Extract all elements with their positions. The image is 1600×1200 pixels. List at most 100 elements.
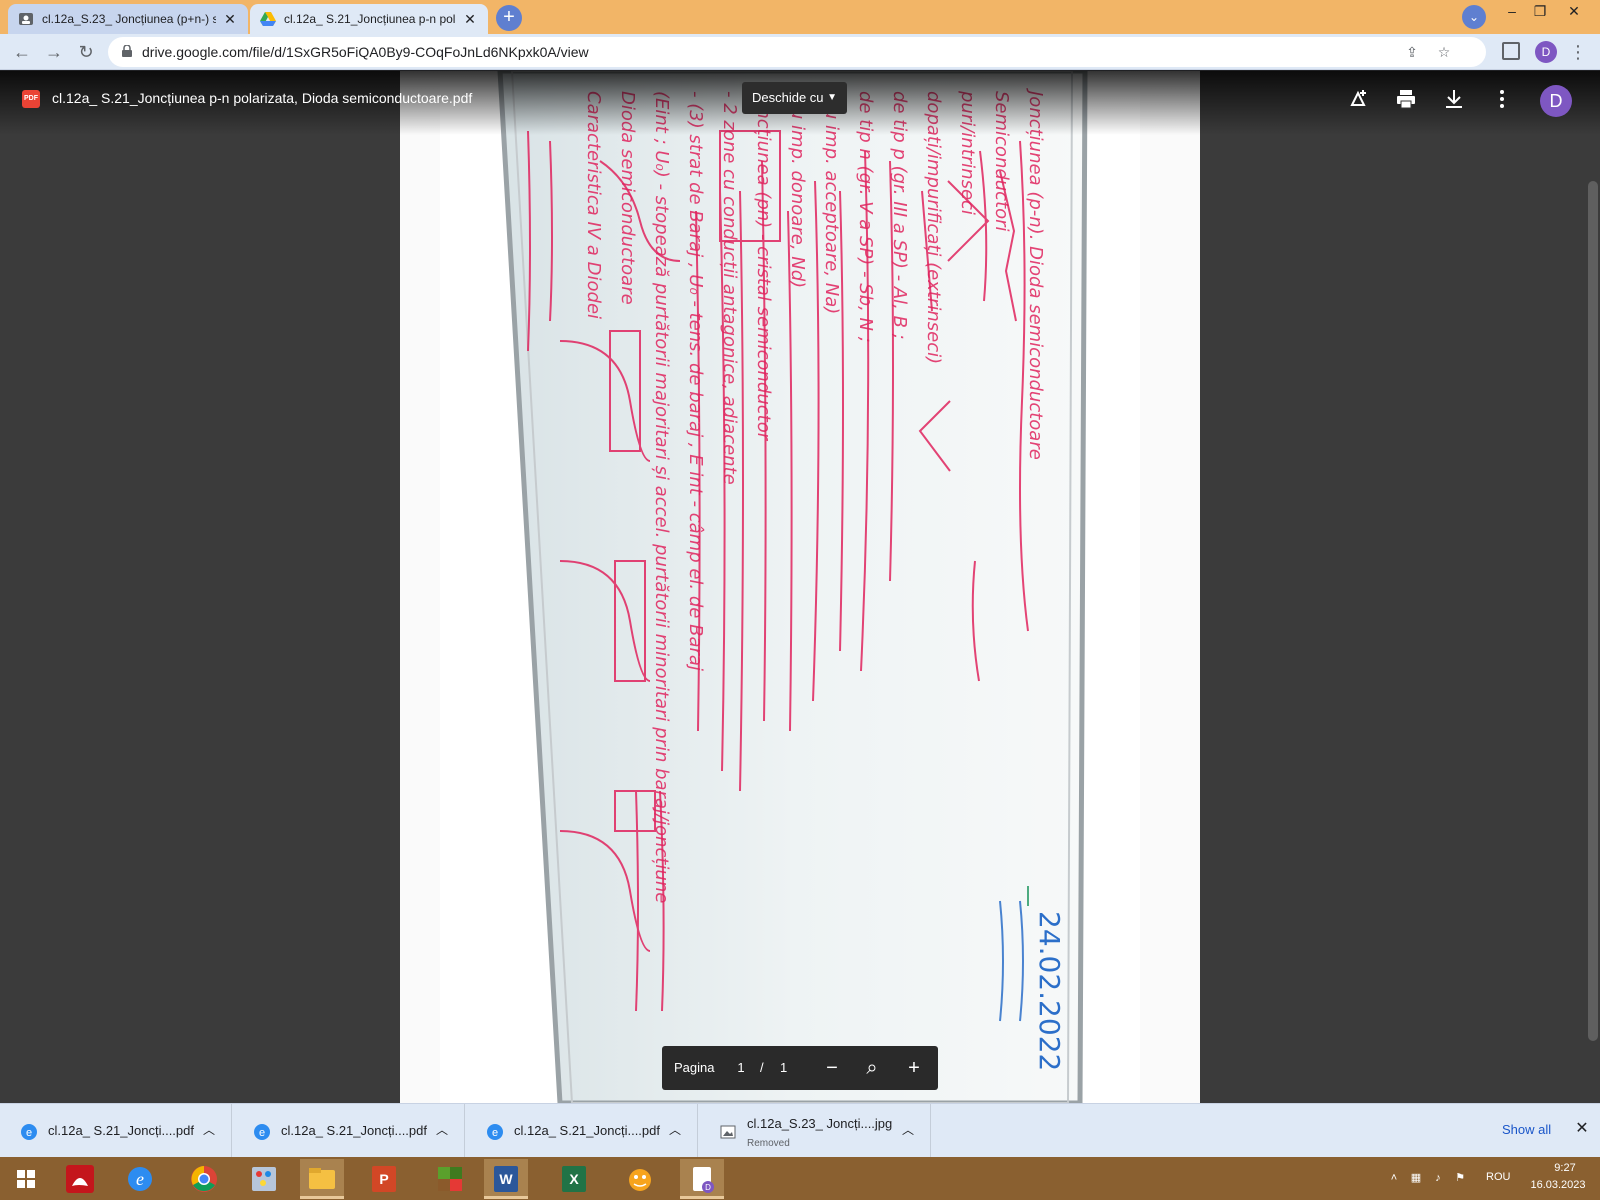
page-navigator: Pagina 1 / 1 − ⌕ + bbox=[662, 1046, 938, 1090]
volume-icon[interactable]: ♪ bbox=[1430, 1170, 1446, 1186]
powerpoint-icon[interactable]: P bbox=[362, 1159, 406, 1199]
whiteboard-text-line: (Eint ; U₀) - stopează purtătorii majori… bbox=[651, 91, 672, 903]
svg-text:P: P bbox=[379, 1171, 388, 1187]
caret-down-icon: ▼ bbox=[827, 92, 837, 103]
download-filename: cl.12a_ S.21_Joncți....pdf bbox=[514, 1123, 660, 1138]
tab-classroom[interactable]: cl.12a_S.23_ Joncțiunea (p+n-) si ✕ bbox=[8, 4, 248, 34]
url-text: drive.google.com/file/d/1SxGR5oFiQA0By9-… bbox=[142, 44, 589, 60]
zoom-out-icon[interactable]: − bbox=[820, 1056, 844, 1080]
show-all-link[interactable]: Show all bbox=[1502, 1122, 1551, 1137]
download-item[interactable]: e cl.12a_ S.21_Joncți....pdf ︿ bbox=[466, 1104, 698, 1158]
action-center-icon[interactable]: ▦ bbox=[1408, 1170, 1424, 1186]
chrome-icon[interactable] bbox=[182, 1159, 226, 1199]
clock-time[interactable]: 9:27 bbox=[1540, 1162, 1590, 1174]
paint-icon[interactable] bbox=[242, 1159, 286, 1199]
tab-title: cl.12a_S.23_ Joncțiunea (p+n-) si bbox=[42, 12, 216, 26]
file-title: cl.12a_ S.21_Joncțiunea p-n polarizata, … bbox=[52, 90, 473, 106]
internet-explorer-icon[interactable]: e bbox=[118, 1159, 162, 1199]
open-with-label: Deschide cu bbox=[752, 90, 824, 105]
chevron-up-icon[interactable]: ︿ bbox=[899, 1121, 917, 1139]
whiteboard-date: 24.02.2022 bbox=[1033, 911, 1066, 1071]
chevron-up-icon[interactable]: ︿ bbox=[666, 1121, 684, 1139]
download-item[interactable]: e cl.12a_ S.21_Joncți....pdf ︿ bbox=[233, 1104, 465, 1158]
word-icon[interactable]: W bbox=[484, 1159, 528, 1199]
download-filename: cl.12a_S.23_ Joncți....jpg bbox=[747, 1116, 893, 1131]
show-hidden-icons-icon[interactable]: ˄ bbox=[1386, 1170, 1402, 1186]
bookmark-star-icon[interactable]: ☆ bbox=[1434, 42, 1454, 62]
drive-file-viewer: Joncțiunea (p-n). Dioda semiconductoare S… bbox=[0, 71, 1600, 1103]
new-tab-button[interactable]: + bbox=[496, 5, 522, 31]
page-separator: / bbox=[760, 1060, 764, 1075]
download-filename: cl.12a_ S.21_Joncți....pdf bbox=[48, 1123, 194, 1138]
lock-icon bbox=[122, 45, 132, 57]
address-bar[interactable]: drive.google.com/file/d/1SxGR5oFiQA0By9-… bbox=[108, 37, 1486, 67]
viewer-header: PDF cl.12a_ S.21_Joncțiunea p-n polariza… bbox=[0, 71, 1600, 135]
clock-date[interactable]: 16.03.2023 bbox=[1528, 1179, 1588, 1191]
svg-text:e: e bbox=[26, 1127, 32, 1139]
tab-strip: cl.12a_S.23_ Joncțiunea (p+n-) si ✕ cl.1… bbox=[0, 0, 1600, 34]
svg-text:D: D bbox=[705, 1183, 711, 1192]
page-label: Pagina bbox=[674, 1060, 715, 1075]
close-tab-icon[interactable]: ✕ bbox=[222, 11, 238, 27]
tab-search-icon[interactable]: ⌄ bbox=[1462, 5, 1486, 29]
ie-pdf-icon: e bbox=[486, 1123, 504, 1141]
scrollbar[interactable] bbox=[1588, 181, 1598, 1041]
image-file-icon bbox=[719, 1123, 737, 1141]
svg-text:e: e bbox=[492, 1127, 498, 1139]
pdf-page: Joncțiunea (p-n). Dioda semiconductoare S… bbox=[400, 71, 1200, 1103]
windows-logo-icon bbox=[17, 1170, 35, 1188]
download-item[interactable]: cl.12a_S.23_ Joncți....jpg Removed ︿ bbox=[699, 1104, 931, 1158]
file-explorer-icon[interactable] bbox=[300, 1159, 344, 1199]
back-icon[interactable]: ← bbox=[10, 40, 34, 64]
close-tab-icon[interactable]: ✕ bbox=[462, 11, 478, 27]
whiteboard-photo: Joncțiunea (p-n). Dioda semiconductoareS… bbox=[400, 71, 1200, 1103]
more-actions-icon[interactable] bbox=[1490, 87, 1514, 111]
acrobat-icon[interactable] bbox=[58, 1159, 102, 1199]
language-indicator[interactable]: ROU bbox=[1486, 1171, 1510, 1183]
svg-text:X: X bbox=[569, 1171, 579, 1187]
account-avatar[interactable]: D bbox=[1540, 85, 1572, 117]
whiteboard-text-line: Joncțiunea (p-n). Dioda semiconductoare bbox=[1025, 88, 1046, 460]
share-icon[interactable]: ⇪ bbox=[1402, 42, 1422, 62]
whiteboard-text-line: Joncțiunea (pn) - cristal semiconductor bbox=[753, 88, 774, 442]
download-item[interactable]: e cl.12a_ S.21_Joncți....pdf ︿ bbox=[0, 1104, 232, 1158]
scratch-icon[interactable] bbox=[618, 1159, 662, 1199]
forward-icon[interactable]: → bbox=[42, 40, 66, 64]
profile-avatar[interactable]: D bbox=[1535, 41, 1557, 63]
restore-icon[interactable]: ❐ bbox=[1522, 0, 1558, 28]
network-icon[interactable]: ⚑ bbox=[1452, 1170, 1468, 1186]
classroom-icon bbox=[18, 11, 34, 27]
close-icon[interactable]: ✕ bbox=[1572, 1119, 1592, 1139]
chrome-profile-icon[interactable]: D bbox=[680, 1159, 724, 1199]
add-to-drive-icon[interactable] bbox=[1346, 87, 1370, 111]
start-button[interactable] bbox=[4, 1159, 48, 1199]
google-drive-icon bbox=[260, 11, 276, 27]
pdf-file-icon: PDF bbox=[22, 90, 40, 108]
tab-title: cl.12a_ S.21_Joncțiunea p-n polar bbox=[284, 12, 456, 26]
side-panel-icon[interactable] bbox=[1502, 42, 1520, 60]
ie-pdf-icon: e bbox=[253, 1123, 271, 1141]
ie-pdf-icon: e bbox=[20, 1123, 38, 1141]
whiteboard-text-line: - 2 zone cu conducții antagonice, adiace… bbox=[719, 91, 740, 485]
svg-text:W: W bbox=[499, 1171, 513, 1187]
download-status: Removed bbox=[747, 1138, 790, 1149]
current-page-input[interactable]: 1 bbox=[732, 1060, 750, 1075]
windows-taskbar: e P W X D ˄ ▦ ♪ ⚑ ROU 9:27 16.03.2023 bbox=[0, 1157, 1600, 1200]
download-shelf: e cl.12a_ S.21_Joncți....pdf ︿ e cl.12a_… bbox=[0, 1103, 1600, 1158]
chevron-up-icon[interactable]: ︿ bbox=[200, 1121, 218, 1139]
minecraft-icon[interactable] bbox=[428, 1159, 472, 1199]
tab-drive[interactable]: cl.12a_ S.21_Joncțiunea p-n polar ✕ bbox=[250, 4, 488, 34]
open-with-button[interactable]: Deschide cu ▼ bbox=[742, 82, 847, 114]
close-window-icon[interactable]: ✕ bbox=[1556, 0, 1592, 28]
chevron-up-icon[interactable]: ︿ bbox=[433, 1121, 451, 1139]
zoom-in-icon[interactable]: + bbox=[902, 1056, 926, 1080]
svg-text:e: e bbox=[136, 1169, 144, 1189]
zoom-icon[interactable]: ⌕ bbox=[860, 1056, 884, 1080]
download-filename: cl.12a_ S.21_Joncți....pdf bbox=[281, 1123, 427, 1138]
reload-icon[interactable]: ↻ bbox=[74, 40, 98, 64]
browser-menu-icon[interactable]: ⋮ bbox=[1568, 40, 1588, 64]
print-icon[interactable] bbox=[1394, 87, 1418, 111]
whiteboard-text-line: - (3) strat de Baraj , U₀ - tens. de bar… bbox=[685, 91, 706, 671]
excel-icon[interactable]: X bbox=[552, 1159, 596, 1199]
download-icon[interactable] bbox=[1442, 87, 1466, 111]
